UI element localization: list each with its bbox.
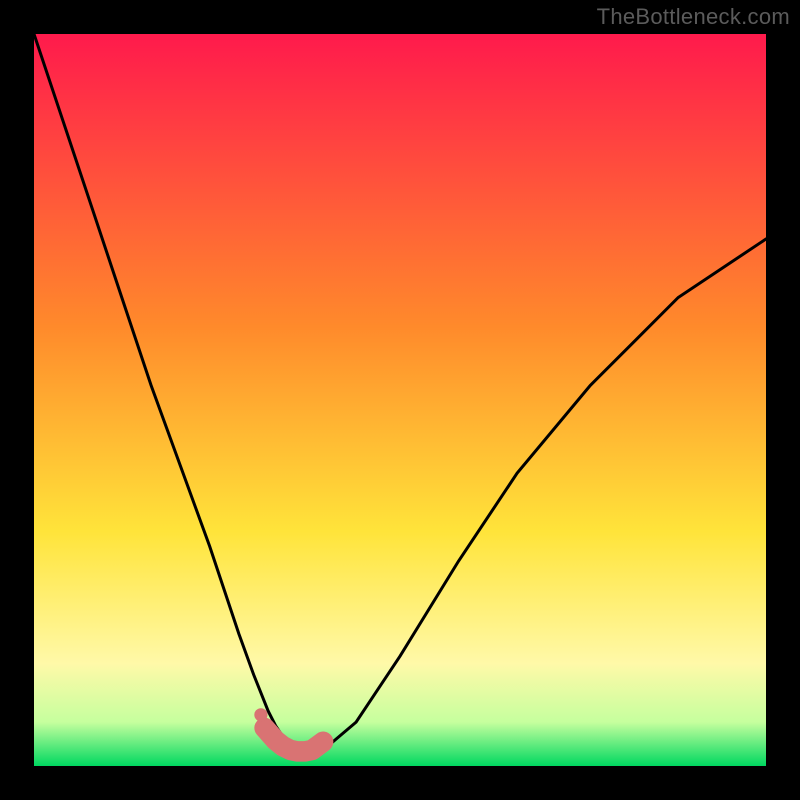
watermark-text: TheBottleneck.com: [597, 4, 790, 30]
bottleneck-chart: [34, 34, 766, 766]
plot-area: [34, 34, 766, 766]
end-dot: [254, 708, 267, 721]
chart-frame: TheBottleneck.com: [0, 0, 800, 800]
